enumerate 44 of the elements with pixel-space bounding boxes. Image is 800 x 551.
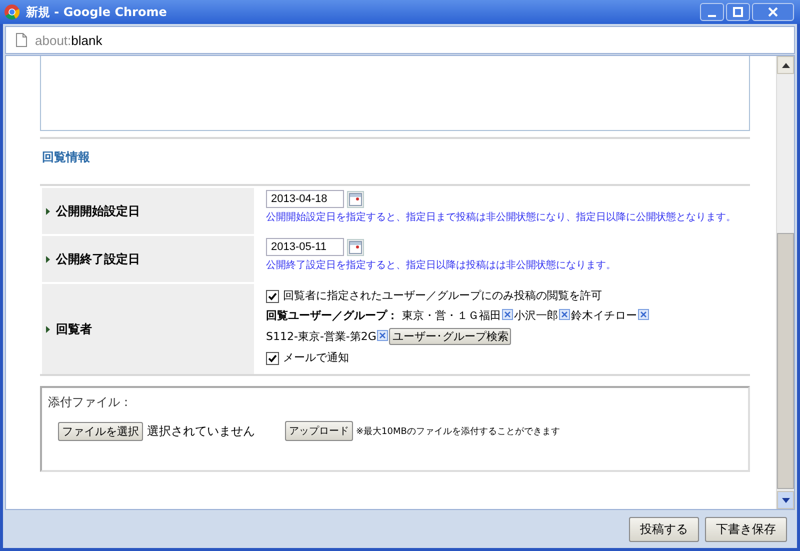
date-field[interactable]: 2013-04-18 — [266, 190, 344, 208]
calendar-icon[interactable] — [347, 238, 364, 256]
search-button[interactable]: ユーザー･グループ検索 — [389, 328, 512, 345]
member-name: 小沢一郎 — [514, 309, 558, 322]
footer-button[interactable]: 下書き保存 — [705, 516, 787, 542]
browser-logo-icon — [4, 4, 20, 20]
field-label: 回覧者 — [56, 320, 92, 338]
member-name: 東京・営・１Ｇ福田 — [402, 309, 501, 322]
file-status: 選択されていません — [147, 422, 255, 440]
scroll-up-icon[interactable] — [777, 56, 794, 74]
checkbox-label: 回覧者に指定されたユーザー／グループにのみ投稿の閲覧を許可 — [283, 288, 602, 304]
choose-file-button[interactable]: ファイルを選択 — [58, 422, 143, 440]
minimize-icon — [708, 15, 716, 17]
triangle-icon — [46, 256, 50, 262]
hint-text: 公開開始設定日を指定すると、指定日まで投稿は非公開状態になり、指定日以降に公開状態となります。 — [266, 210, 737, 225]
upload-button[interactable]: アップロード — [285, 421, 353, 441]
scroll-thumb[interactable] — [777, 233, 794, 489]
window-title: 新規 - Google Chrome — [26, 4, 168, 20]
checkbox[interactable] — [266, 290, 279, 302]
maximize-icon — [733, 7, 743, 17]
field-label: 公開開始設定日 — [56, 202, 140, 220]
attachment-label: 添付ファイル： — [48, 394, 133, 411]
maximize-button[interactable] — [726, 3, 750, 21]
footer-button[interactable]: 投稿する — [629, 516, 699, 542]
section-title: 回覧情報 — [41, 149, 91, 166]
members-label: 回覧ユーザー／グループ： — [266, 309, 398, 322]
upload-note: ※最大10MBのファイルを添付することができます — [356, 426, 560, 438]
checkbox-label: メールで通知 — [283, 350, 349, 366]
field-label: 公開終了設定日 — [56, 250, 140, 268]
url-text: about:blank — [35, 32, 102, 48]
hint-text: 公開終了設定日を指定すると、指定日以降は投稿はは非公開状態になります。 — [266, 258, 617, 273]
triangle-icon — [46, 326, 50, 332]
member-name: 鈴木イチロー — [571, 309, 637, 322]
page-icon — [16, 33, 27, 47]
date-field[interactable]: 2013-05-11 — [266, 238, 344, 256]
close-icon — [768, 7, 778, 17]
checkbox[interactable] — [266, 352, 279, 364]
minimize-button[interactable] — [700, 3, 724, 21]
address-bar[interactable]: about:blank — [5, 26, 795, 54]
scroll-down-icon[interactable] — [777, 491, 794, 509]
close-button[interactable] — [752, 3, 794, 21]
calendar-icon[interactable] — [347, 190, 364, 208]
triangle-icon — [46, 208, 50, 214]
member-name: S112-東京-営業-第2G — [266, 330, 376, 343]
